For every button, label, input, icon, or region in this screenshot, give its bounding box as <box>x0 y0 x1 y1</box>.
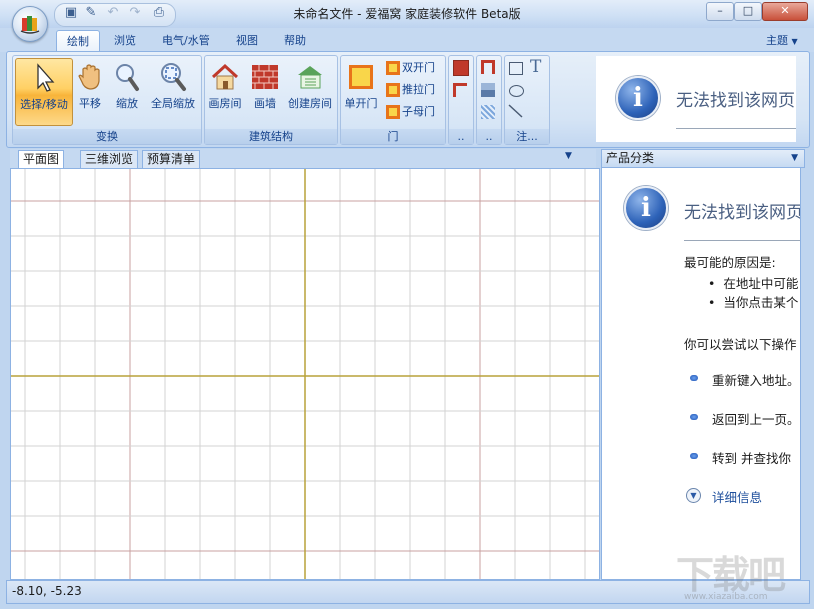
divider <box>676 128 796 129</box>
draw-wall-button[interactable]: 画墙 <box>248 58 282 124</box>
draw-room-button[interactable]: 画房间 <box>206 58 244 124</box>
button-label: 平移 <box>79 97 101 110</box>
group-label: .. <box>477 129 501 144</box>
tab-view[interactable]: 视图 <box>226 30 268 51</box>
double-door-button[interactable]: 双开门 <box>386 59 435 77</box>
button-label: 创建房间 <box>288 97 332 110</box>
cursor-arrow-icon <box>37 63 55 92</box>
info-icon: i <box>624 186 668 230</box>
panel-title: 产品分类 <box>606 151 655 165</box>
theme-label: 主题 <box>766 34 788 47</box>
try-heading: 你可以尝试以下操作 <box>684 337 797 352</box>
select-move-button[interactable]: 选择/移动 <box>15 58 73 126</box>
maximize-button[interactable]: □ <box>734 2 762 21</box>
reason-text: 在地址中可能 <box>723 276 799 291</box>
mother-child-door-button[interactable]: 子母门 <box>386 103 435 121</box>
details-link[interactable]: 详细信息 <box>712 487 762 506</box>
window-tool-icon[interactable] <box>453 60 469 76</box>
action-retype[interactable]: 重新键入地址。 <box>712 370 800 389</box>
tab-draw[interactable]: 绘制 <box>56 30 100 52</box>
brick-wall-icon <box>252 65 278 89</box>
stair-icon[interactable] <box>481 83 495 97</box>
drawing-canvas[interactable] <box>10 168 600 580</box>
tab-help[interactable]: 帮助 <box>274 30 316 51</box>
zoom-button[interactable]: 缩放 <box>110 58 144 124</box>
double-door-icon <box>386 61 400 75</box>
ribbon-preview-panel: i 无法找到该网页 <box>596 56 796 142</box>
tab-3d-view[interactable]: 三维浏览 <box>80 150 139 168</box>
button-label: 画房间 <box>208 97 242 110</box>
ellipse-icon[interactable] <box>509 85 524 97</box>
tab-budget-list[interactable]: 预算清单 <box>142 150 201 168</box>
product-category-header[interactable]: 产品分类 ▼ <box>601 149 805 168</box>
theme-dropdown[interactable]: 主题 ▼ <box>756 30 808 51</box>
window-title: 未命名文件 - 爱福窝 家庭装修软件 Beta版 <box>293 7 521 21</box>
reason-item: • 当你点击某个 <box>708 295 799 310</box>
sliding-door-icon <box>386 83 400 97</box>
line-shape <box>508 104 523 118</box>
create-room-button[interactable]: 创建房间 <box>286 58 334 124</box>
chevron-down-icon: ▼ <box>791 37 798 46</box>
preview-error-text: 无法找到该网页 <box>676 91 795 111</box>
bullet-icon <box>690 414 698 420</box>
single-door-button[interactable]: 单开门 <box>342 58 380 124</box>
hatch-icon[interactable] <box>481 105 495 119</box>
button-label: 全局缩放 <box>151 97 195 110</box>
pan-button[interactable]: 平移 <box>74 58 106 124</box>
zoom-extents-icon <box>161 63 186 91</box>
watermark-url: www.xiazaiba.com <box>684 592 768 602</box>
house-icon <box>211 63 239 90</box>
button-label: 选择/移动 <box>20 98 68 111</box>
reasons-heading: 最可能的原因是: <box>684 255 776 270</box>
opening-icon[interactable] <box>481 60 495 74</box>
info-icon: i <box>616 76 660 120</box>
text-icon[interactable]: T <box>530 57 541 77</box>
button-label: 画墙 <box>254 97 276 110</box>
tab-electric-water[interactable]: 电气/水管 <box>152 30 220 51</box>
create-room-icon <box>298 66 322 89</box>
doc-tab-dropdown-icon[interactable]: ▼ <box>565 151 572 161</box>
error-title: 无法找到该网页 <box>684 203 801 223</box>
group-label: 注... <box>505 129 549 144</box>
group-label: .. <box>449 129 473 144</box>
reason-item: • 在地址中可能 <box>708 276 799 291</box>
button-label: 推拉门 <box>402 83 435 96</box>
hand-icon <box>78 64 100 90</box>
tab-browse[interactable]: 浏览 <box>104 30 146 51</box>
bullet-icon <box>690 375 698 381</box>
magnifier-icon <box>116 64 139 91</box>
product-category-panel: i 无法找到该网页 最可能的原因是: • 在地址中可能 • 当你点击某个 你可以… <box>601 167 801 580</box>
sliding-door-button[interactable]: 推拉门 <box>386 81 435 99</box>
expand-icon[interactable]: ▼ <box>686 488 701 503</box>
cursor-coordinates: -8.10, -5.23 <box>12 584 82 598</box>
grid <box>11 169 599 579</box>
app-logo-icon <box>20 16 40 34</box>
minimize-button[interactable]: – <box>706 2 734 21</box>
divider <box>684 240 800 241</box>
button-label: 子母门 <box>402 105 435 118</box>
button-label: 单开门 <box>344 97 378 110</box>
close-button[interactable]: ✕ <box>762 2 808 21</box>
group-label: 门 <box>341 129 445 144</box>
button-label: 缩放 <box>116 97 138 110</box>
action-goto[interactable]: 转到 并查找你 <box>712 448 791 467</box>
watermark-logo: 下载吧 <box>676 553 786 597</box>
mother-child-door-icon <box>386 105 400 119</box>
reason-text: 当你点击某个 <box>723 295 799 310</box>
group-label: 变换 <box>13 129 201 144</box>
action-back[interactable]: 返回到上一页。 <box>712 409 800 428</box>
door-icon <box>349 65 373 89</box>
button-label: 双开门 <box>402 61 435 74</box>
chevron-down-icon[interactable]: ▼ <box>791 150 798 167</box>
line-icon[interactable] <box>508 104 524 118</box>
rectangle-icon[interactable] <box>509 62 523 75</box>
bullet-icon <box>690 453 698 459</box>
group-label: 建筑结构 <box>205 129 337 144</box>
tab-floor-plan[interactable]: 平面图 <box>18 150 65 168</box>
app-menu-button[interactable] <box>12 6 48 42</box>
bay-window-icon[interactable] <box>453 83 467 97</box>
zoom-all-button[interactable]: 全局缩放 <box>148 58 198 124</box>
